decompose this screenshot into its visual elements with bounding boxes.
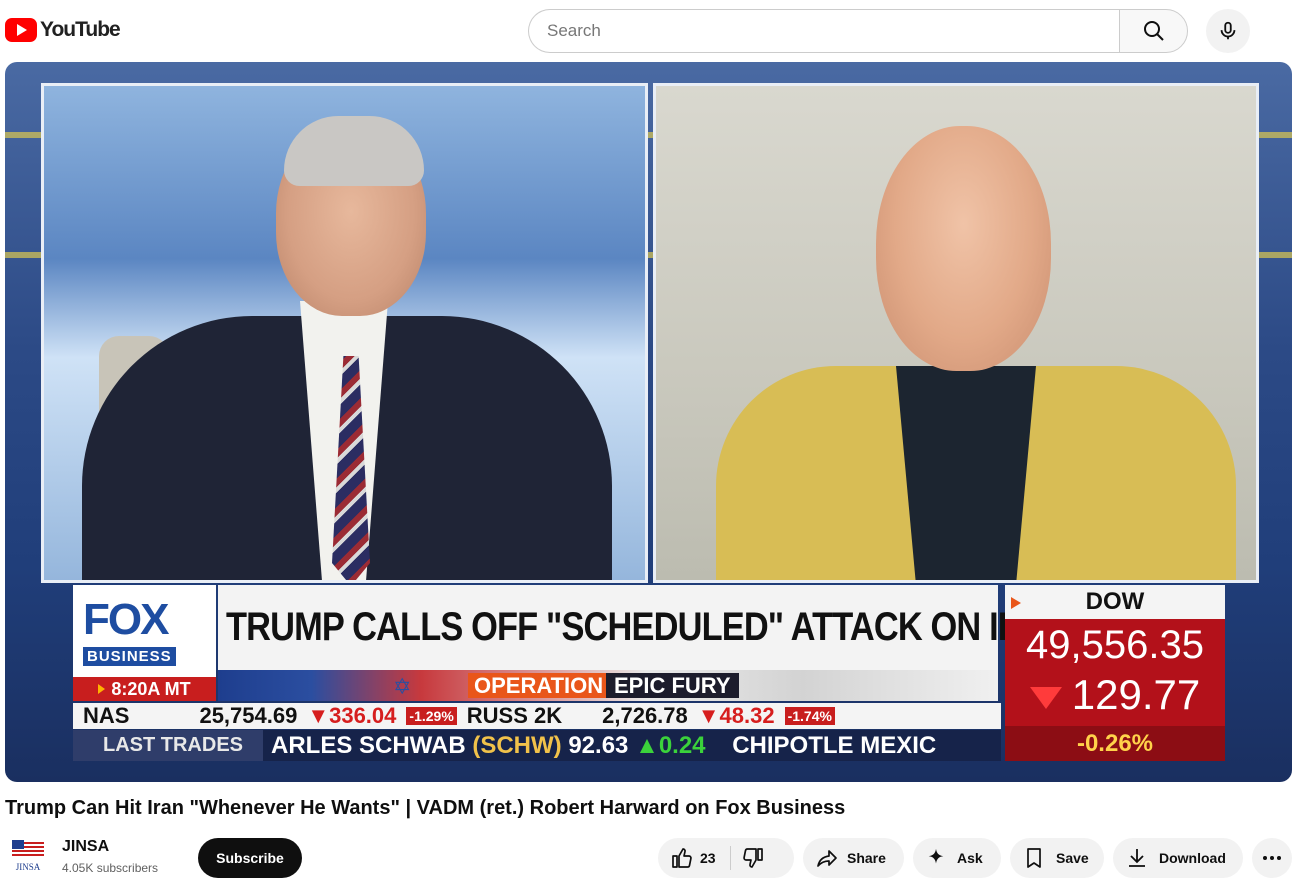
star-of-david-icon: ✡ (393, 674, 412, 699)
broadcast-time: 8:20A MT (73, 677, 216, 701)
market-row: NAS 25,754.69 ▼336.04 -1.29% RUSS 2K 2,7… (73, 703, 1001, 729)
headline-box: TRUMP CALLS OFF "SCHEDULED" ATTACK ON IR… (218, 585, 1071, 670)
last-trades-row: LAST TRADES ARLES SCHWAB (SCHW) 92.63 ▲0… (73, 730, 1001, 761)
more-actions-button[interactable] (1252, 838, 1292, 878)
download-button[interactable]: Download (1113, 838, 1243, 878)
microphone-icon (1220, 21, 1236, 40)
youtube-play-icon (5, 18, 37, 42)
youtube-wordmark: YouTube (40, 18, 121, 41)
host-hair (284, 116, 424, 186)
video-title: Trump Can Hit Iran "Whenever He Wants" |… (5, 797, 846, 819)
operation-bar: ✡ OPERATION EPIC FURY (218, 670, 998, 701)
download-icon (1129, 849, 1145, 867)
down-arrow-icon (1029, 686, 1062, 709)
svg-text:JINSA: JINSA (16, 862, 41, 872)
voice-search-button[interactable] (1206, 9, 1250, 53)
guest-face (876, 126, 1051, 371)
youtube-logo[interactable]: YouTube (5, 18, 121, 42)
search-icon (1143, 21, 1164, 41)
guest-video-panel (653, 83, 1259, 583)
thumbs-down-icon (742, 848, 763, 868)
guest-shirt (896, 366, 1036, 580)
like-count: 23 (700, 850, 716, 866)
share-button[interactable]: Share (803, 838, 904, 878)
like-dislike-group: 23 (658, 838, 794, 878)
divider (729, 846, 731, 870)
host-video-panel (41, 83, 648, 583)
lower-third-banner: FOX BUSINESS 8:20A MT TRUMP CALLS OFF "S… (73, 585, 1225, 761)
fox-business-logo: FOX BUSINESS (73, 585, 216, 677)
ask-button[interactable]: Ask (913, 838, 1001, 878)
search-button[interactable] (1119, 9, 1188, 53)
save-button[interactable]: Save (1010, 838, 1104, 878)
thumbs-up-icon (672, 848, 692, 868)
subscribe-button[interactable]: Subscribe (198, 838, 302, 878)
dislike-button[interactable] (741, 846, 765, 870)
channel-avatar[interactable]: JINSA (8, 838, 48, 878)
top-bar: YouTube (0, 0, 1297, 62)
search-bar (528, 9, 1188, 53)
dow-ticker: DOW 49,556.35 129.77 -0.26% (1005, 585, 1225, 761)
search-input[interactable] (528, 9, 1119, 53)
bookmark-icon (1027, 848, 1041, 868)
share-icon (817, 850, 837, 867)
subscriber-count: 4.05K subscribers (62, 861, 159, 875)
arrow-icon (98, 684, 106, 694)
video-player[interactable]: FOX BUSINESS 8:20A MT TRUMP CALLS OFF "S… (5, 62, 1292, 782)
more-horizontal-icon (1263, 856, 1281, 860)
headline-text: TRUMP CALLS OFF "SCHEDULED" ATTACK ON IR… (226, 605, 1071, 649)
sparkle-icon (928, 848, 944, 864)
like-button[interactable]: 23 (658, 838, 716, 878)
arrow-icon (1011, 597, 1021, 609)
channel-name[interactable]: JINSA (62, 838, 109, 856)
